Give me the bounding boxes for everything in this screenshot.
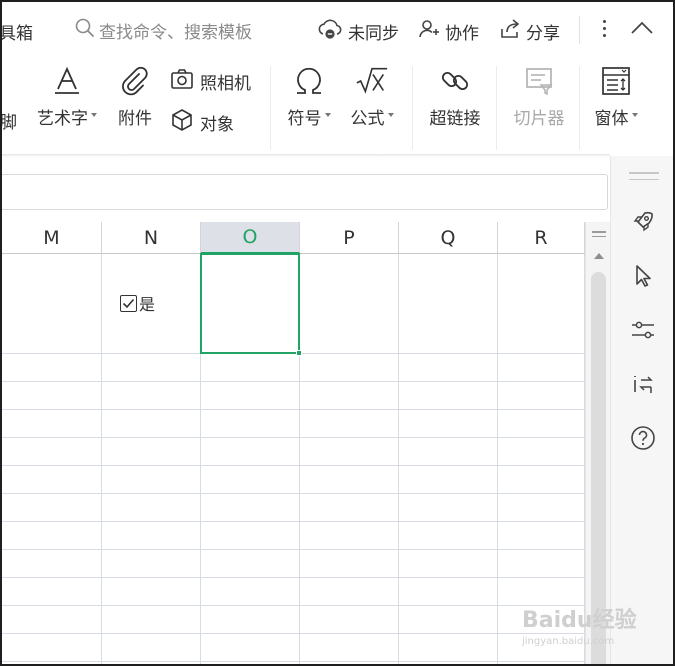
gridline xyxy=(2,465,585,466)
attachment-button[interactable]: 附件 xyxy=(114,64,156,129)
column-header-m[interactable]: M xyxy=(2,222,102,254)
symbol-button[interactable]: 符号 xyxy=(282,64,336,129)
formula-bar-input[interactable] xyxy=(2,174,608,210)
hyperlink-label: 超链接 xyxy=(429,109,481,129)
form-icon xyxy=(599,64,633,98)
scroll-up-arrow[interactable] xyxy=(594,253,604,259)
collapse-icon[interactable] xyxy=(630,20,654,40)
camera-icon xyxy=(170,68,194,95)
ribbon-divider xyxy=(270,66,271,150)
omega-icon xyxy=(292,64,326,98)
active-cell-o[interactable] xyxy=(200,253,300,354)
camera-button[interactable]: 照相机 xyxy=(170,68,251,95)
column-header-r[interactable]: R xyxy=(498,222,585,254)
slicer-icon xyxy=(522,64,556,98)
gridline xyxy=(2,577,585,578)
gridline xyxy=(2,605,585,606)
column-header-p[interactable]: P xyxy=(300,222,399,254)
sync-status-button[interactable]: 未同步 xyxy=(317,17,399,45)
gridline xyxy=(2,409,585,410)
share-button[interactable]: 分享 xyxy=(499,17,560,45)
search-icon xyxy=(74,17,96,43)
spreadsheet-grid[interactable]: M N O P Q R 是 xyxy=(2,222,585,664)
attachment-label: 附件 xyxy=(118,109,152,129)
paperclip-icon xyxy=(118,64,152,98)
checkbox-control[interactable]: 是 xyxy=(120,291,155,315)
camera-label: 照相机 xyxy=(200,74,251,94)
pointer-icon[interactable] xyxy=(629,262,657,290)
ribbon-divider xyxy=(579,66,580,150)
form-button[interactable]: 窗体 xyxy=(588,64,644,129)
ribbon-bottom-shadow xyxy=(2,154,610,157)
object-button[interactable]: 对象 xyxy=(170,108,234,137)
column-header-q[interactable]: Q xyxy=(399,222,498,254)
cube-icon xyxy=(170,108,194,137)
scrollbar-menu-icon[interactable] xyxy=(592,231,606,240)
gridline xyxy=(2,549,585,550)
ribbon-truncated-label: 脚 xyxy=(0,113,17,133)
form-label: 窗体 xyxy=(594,109,629,129)
collaborate-label: 协作 xyxy=(445,23,479,44)
search-placeholder: 查找命令、搜索模板 xyxy=(99,22,252,43)
watermark-brand: Baidu经验 xyxy=(522,608,637,633)
formula-button[interactable]: 公式 xyxy=(344,64,400,129)
add-user-icon xyxy=(418,18,440,45)
gridline xyxy=(2,633,585,634)
gridline xyxy=(2,661,585,662)
checkbox-label: 是 xyxy=(139,295,156,314)
topbar-divider xyxy=(579,16,580,44)
object-label: 对象 xyxy=(200,115,234,135)
gridline xyxy=(2,493,585,494)
fill-handle[interactable] xyxy=(296,350,302,356)
toolbox-tab-label[interactable]: 具箱 xyxy=(2,19,33,44)
ribbon-truncated-item[interactable]: 脚 xyxy=(0,108,17,133)
panel-handle[interactable] xyxy=(629,172,659,185)
baidu-watermark: Baidu经验 jingyan.baidu.com xyxy=(522,600,652,660)
share-icon xyxy=(499,18,521,45)
insert-ribbon: 脚 艺术字 附件 照相机 对象 符号 公式 超链接 切片器 窗体 xyxy=(2,58,673,156)
column-header-n[interactable]: N xyxy=(102,222,201,254)
slicer-label: 切片器 xyxy=(513,109,565,129)
cloud-sync-icon xyxy=(317,18,343,45)
rocket-icon[interactable] xyxy=(629,208,657,236)
sync-status-label: 未同步 xyxy=(348,23,399,44)
ribbon-divider xyxy=(412,66,413,150)
slicer-button: 切片器 xyxy=(506,64,572,129)
app-window: 具箱 查找命令、搜索模板 未同步 协作 分享 脚 艺术字 附件 照相机 对象 符… xyxy=(0,0,675,666)
gridline xyxy=(2,521,585,522)
help-icon[interactable] xyxy=(629,424,657,452)
symbol-label: 符号 xyxy=(287,109,322,129)
wordart-label: 艺术字 xyxy=(37,109,88,129)
collaborate-button[interactable]: 协作 xyxy=(418,17,479,45)
sliders-icon[interactable] xyxy=(629,316,657,344)
command-search[interactable]: 查找命令、搜索模板 xyxy=(74,16,252,44)
right-side-panel xyxy=(610,156,673,664)
column-header-o[interactable]: O xyxy=(201,222,300,254)
gridline xyxy=(2,437,585,438)
swap-icon[interactable] xyxy=(629,370,657,398)
hyperlink-button[interactable]: 超链接 xyxy=(422,64,488,129)
formula-label: 公式 xyxy=(350,109,385,129)
sqrt-x-icon xyxy=(355,64,389,98)
ribbon-divider xyxy=(496,66,497,150)
more-icon[interactable] xyxy=(600,20,608,42)
link-icon xyxy=(438,64,472,98)
gridline xyxy=(2,381,585,382)
top-bar: 具箱 查找命令、搜索模板 未同步 协作 分享 xyxy=(2,2,673,58)
share-label: 分享 xyxy=(526,23,560,44)
watermark-url: jingyan.baidu.com xyxy=(522,636,615,647)
checkbox[interactable] xyxy=(120,294,137,312)
wordart-button[interactable]: 艺术字 xyxy=(34,64,100,129)
wordart-icon xyxy=(50,64,84,98)
